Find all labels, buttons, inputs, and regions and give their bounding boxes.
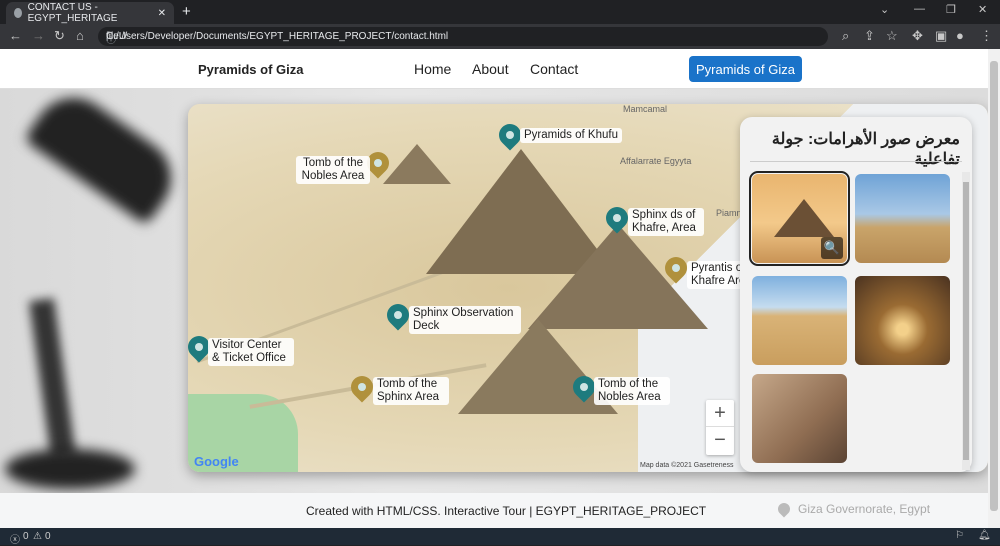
gallery-thumb-sphinx[interactable] (855, 174, 950, 263)
nav-about[interactable]: About (472, 61, 509, 77)
site-navbar: Pyramids of Giza Home About Contact Pyra… (0, 49, 988, 89)
marker-label[interactable]: Pyramids of Khufu (520, 128, 622, 143)
feedback-icon[interactable]: ⚐ (955, 530, 964, 541)
home-icon[interactable]: ⌂ (76, 28, 84, 43)
minimize-button[interactable]: — (914, 3, 925, 15)
close-tab-icon[interactable]: ✕ (158, 8, 166, 19)
tab-title: CONTACT US - EGYPT_HERITAGE (27, 2, 118, 24)
back-icon[interactable]: ← (9, 28, 22, 43)
notification-bell-icon[interactable]: 🔔︎ (978, 530, 991, 541)
marker-label[interactable]: Sphinx Observation Deck (409, 306, 521, 334)
sidepanel-icon[interactable]: ▣ (935, 28, 947, 44)
globe-icon (14, 8, 22, 18)
marker-label[interactable]: Visitor Center & Ticket Office (208, 338, 294, 366)
address-bar: ← → ↻ ⌂ ⓘ file:// | C:/Users/Developer/D… (0, 24, 1000, 49)
marker-label[interactable]: Sphinx ds of Khafre, Area (628, 208, 704, 236)
gallery-thumb-desert-pyramids[interactable] (752, 276, 847, 365)
footer-credit: Created with HTML/CSS. Interactive Tour … (306, 504, 707, 518)
error-icon: ⓧ (10, 535, 20, 546)
gallery-title: معرض صور الأهرامات: جولة تفاعلية (771, 131, 960, 168)
footer-location: Giza Governorate, Egypt (775, 500, 931, 518)
warning-count: 0 (45, 531, 51, 542)
tab-search-icon[interactable]: ⌄ (880, 3, 889, 16)
pyramids-button[interactable]: Pyramids of Giza (689, 56, 802, 82)
nav-contact[interactable]: Contact (530, 61, 578, 77)
zoom-icon[interactable]: ⌕ (842, 28, 849, 44)
url-path: C:/Users/Developer/Documents/EGYPT_HERIT… (106, 31, 449, 42)
gallery-thumb-museum[interactable] (752, 374, 847, 463)
marker-label[interactable]: Tomb of the Sphinx Area (373, 377, 449, 405)
nav-home[interactable]: Home (414, 61, 451, 77)
gallery-scrollbar[interactable] (962, 172, 970, 470)
zoom-out-button[interactable]: − (706, 427, 734, 454)
photo-gallery-panel: معرض صور الأهرامات: جولة تفاعلية 🔍 (740, 117, 972, 472)
error-count: 0 (23, 531, 29, 542)
marker-label[interactable]: Tomb of the Nobles Area (296, 156, 370, 184)
gallery-thumb-tomb-corridor[interactable] (855, 276, 950, 365)
location-pin-icon (775, 500, 793, 518)
profile-avatar-icon[interactable]: ● (956, 28, 964, 43)
marker-label[interactable]: Tomb of the Nobles Area (594, 377, 670, 405)
new-tab-button[interactable]: + (182, 3, 191, 20)
zoom-magnifier-icon[interactable]: 🔍 (821, 237, 843, 259)
google-logo: Google (194, 454, 239, 469)
menu-icon[interactable]: ⋮ (980, 28, 993, 44)
site-footer: Created with HTML/CSS. Interactive Tour … (0, 493, 988, 528)
map-zoom-controls: + − (706, 400, 734, 455)
share-icon[interactable]: ⇪ (864, 28, 875, 44)
status-bar: ⓧ 0 ⚠ 0 ⚐ 🔔︎ (0, 528, 1000, 546)
bookmark-star-icon[interactable]: ☆ (886, 28, 898, 44)
zoom-in-button[interactable]: + (706, 400, 734, 427)
browser-tab[interactable]: CONTACT US - EGYPT_HERITAGE ✕ (6, 2, 174, 24)
close-window-button[interactable]: ✕ (978, 3, 987, 16)
map-attribution[interactable]: Map data ©2021 Gasetreness (640, 462, 734, 469)
footer-location-text: Giza Governorate, Egypt (798, 502, 931, 516)
page-scrollbar[interactable] (988, 49, 1000, 528)
forward-icon[interactable]: → (32, 28, 45, 43)
url-input[interactable]: ⓘ file:// | C:/Users/Developer/Documents… (98, 27, 828, 46)
extensions-icon[interactable]: ✥ (912, 28, 923, 44)
warning-icon: ⚠ (33, 531, 42, 542)
gallery-thumb-pyramid-camel[interactable]: 🔍 (749, 171, 850, 266)
browser-tab-bar: CONTACT US - EGYPT_HERITAGE ✕ + ⌄ — ❐ ✕ (0, 0, 1000, 24)
restore-button[interactable]: ❐ (946, 3, 956, 16)
site-brand[interactable]: Pyramids of Giza (198, 62, 303, 77)
reload-icon[interactable]: ↻ (54, 28, 65, 44)
place-label: Affalarrate Egyyta (620, 156, 692, 166)
place-label: Mamcamal (623, 104, 668, 114)
